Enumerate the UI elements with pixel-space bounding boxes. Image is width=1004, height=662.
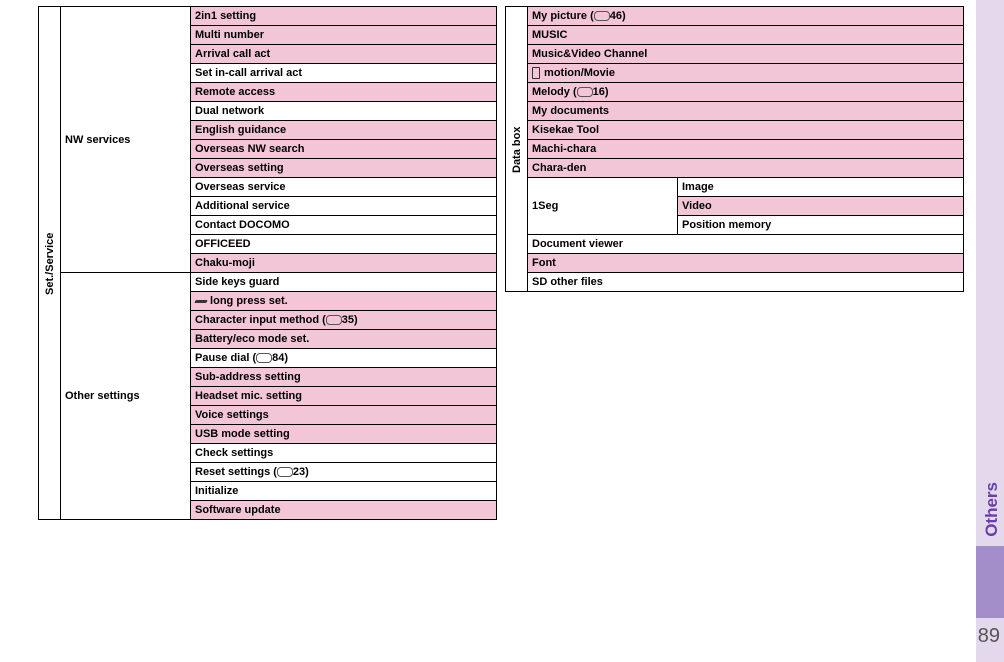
menu-button-icon: [577, 87, 593, 97]
menu-button-icon: [594, 11, 610, 21]
table-cell: Overseas service: [191, 178, 497, 197]
left-table: Set./ServiceNW services2in1 settingMulti…: [38, 6, 497, 520]
table-row: Melody (16): [506, 83, 964, 102]
table-cell: Document viewer: [528, 235, 964, 254]
page-number: 89: [978, 625, 1000, 648]
table-cell: Music&Video Channel: [528, 45, 964, 64]
table-cell: Reset settings (23): [191, 463, 497, 482]
table-row: Font: [506, 254, 964, 273]
table-row: Document viewer: [506, 235, 964, 254]
right-table: Data boxMy picture (46)MUSICMusic&Video …: [505, 6, 964, 292]
vertical-header-data-box: Data box: [506, 7, 528, 292]
table-cell: Side keys guard: [191, 273, 497, 292]
thumb-tab: [976, 546, 1004, 618]
table-cell: English guidance: [191, 121, 497, 140]
table-cell: Multi number: [191, 26, 497, 45]
table-row: MUSIC: [506, 26, 964, 45]
table-cell: Overseas NW search: [191, 140, 497, 159]
table-row: motion/Movie: [506, 64, 964, 83]
section-label: Others: [982, 482, 1002, 537]
table-row: Music&Video Channel: [506, 45, 964, 64]
table-cell: Dual network: [191, 102, 497, 121]
table-cell: Melody (16): [528, 83, 964, 102]
table-cell: Character input method (35): [191, 311, 497, 330]
table-cell: Battery/eco mode set.: [191, 330, 497, 349]
table-cell: Check settings: [191, 444, 497, 463]
table-cell: Set in-call arrival act: [191, 64, 497, 83]
table-cell: Chara-den: [528, 159, 964, 178]
table-cell: Headset mic. setting: [191, 387, 497, 406]
table-cell: Machi-chara: [528, 140, 964, 159]
table-cell: motion/Movie: [528, 64, 964, 83]
table-cell: My documents: [528, 102, 964, 121]
table-cell: OFFICEED: [191, 235, 497, 254]
table-cell: SD other files: [528, 273, 964, 292]
table-cell: Arrival call act: [191, 45, 497, 64]
table-row: Chara-den: [506, 159, 964, 178]
menu-button-icon: [326, 315, 342, 325]
right-column: Data boxMy picture (46)MUSICMusic&Video …: [505, 6, 964, 520]
table-row: Set./ServiceNW services2in1 setting: [39, 7, 497, 26]
page-content: Set./ServiceNW services2in1 settingMulti…: [38, 6, 964, 520]
table-cell: My picture (46): [528, 7, 964, 26]
right-sidebar: Others 89: [976, 0, 1004, 662]
table-cell: Kisekae Tool: [528, 121, 964, 140]
table-cell: Contact DOCOMO: [191, 216, 497, 235]
table-cell: USB mode setting: [191, 425, 497, 444]
table-cell: 2in1 setting: [191, 7, 497, 26]
table-cell: Remote access: [191, 83, 497, 102]
table-row: Data boxMy picture (46): [506, 7, 964, 26]
category-cell-1seg: 1Seg: [528, 178, 678, 235]
table-row: SD other files: [506, 273, 964, 292]
menu-button-icon: [256, 353, 272, 363]
table-cell: Sub-address setting: [191, 368, 497, 387]
table-row: 1SegImage: [506, 178, 964, 197]
table-cell: Font: [528, 254, 964, 273]
left-column: Set./ServiceNW services2in1 settingMulti…: [38, 6, 497, 520]
table-cell: Position memory: [678, 216, 964, 235]
table-cell: Chaku-moji: [191, 254, 497, 273]
category-cell: Other settings: [61, 273, 191, 520]
table-cell: Additional service: [191, 197, 497, 216]
table-cell: Overseas setting: [191, 159, 497, 178]
table-cell: Pause dial (84): [191, 349, 497, 368]
phone-icon: [532, 67, 540, 79]
menu-button-icon: [277, 467, 293, 477]
table-cell: Image: [678, 178, 964, 197]
table-cell: MUSIC: [528, 26, 964, 45]
category-cell: NW services: [61, 7, 191, 273]
table-cell: Video: [678, 197, 964, 216]
table-row: Kisekae Tool: [506, 121, 964, 140]
table-cell: Software update: [191, 501, 497, 520]
vertical-header-set-service: Set./Service: [39, 7, 61, 520]
table-cell: long press set.: [191, 292, 497, 311]
table-row: My documents: [506, 102, 964, 121]
table-row: Other settingsSide keys guard: [39, 273, 497, 292]
key-icon: [195, 296, 207, 306]
table-cell: Voice settings: [191, 406, 497, 425]
table-row: Machi-chara: [506, 140, 964, 159]
table-cell: Initialize: [191, 482, 497, 501]
